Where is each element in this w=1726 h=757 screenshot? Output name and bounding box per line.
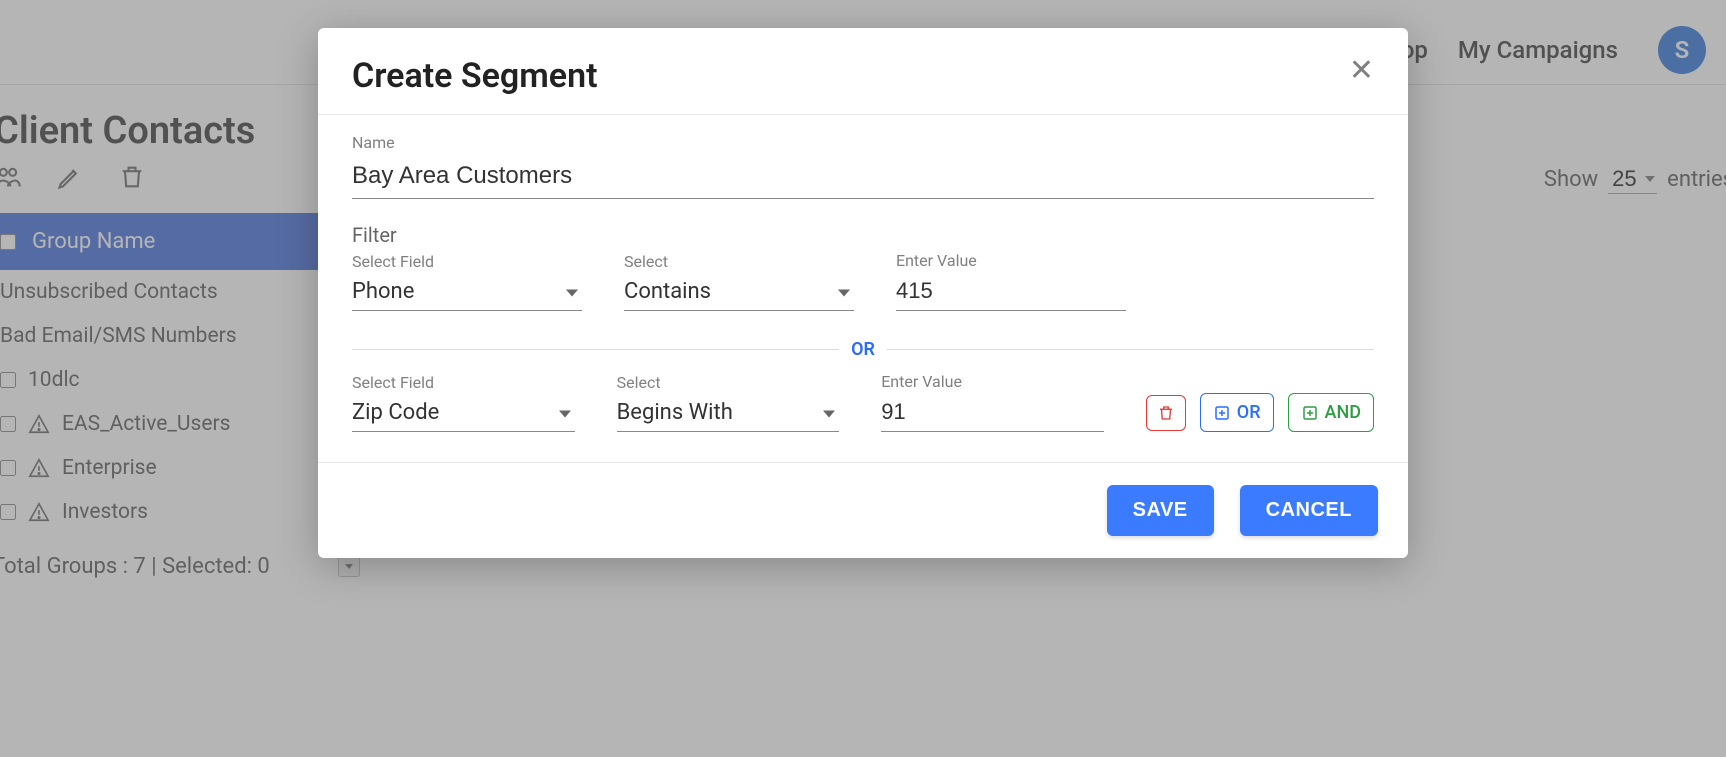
operator-label: Select [624, 252, 854, 271]
field-select[interactable]: Phone [352, 275, 582, 311]
delete-row-button[interactable] [1146, 395, 1186, 431]
cancel-button[interactable]: CANCEL [1240, 485, 1378, 536]
filter-row: Select Field Zip Code Select Begins With… [352, 372, 1374, 432]
name-label: Name [352, 133, 1374, 152]
add-or-button[interactable]: OR [1200, 393, 1274, 432]
select-field-label: Select Field [352, 373, 575, 392]
add-and-button[interactable]: AND [1288, 393, 1374, 432]
close-icon[interactable]: ✕ [1349, 56, 1374, 86]
or-divider-text: OR [851, 339, 875, 360]
value-label: Enter Value [896, 251, 1126, 270]
value-label: Enter Value [881, 372, 1104, 391]
plus-square-icon [1213, 404, 1231, 422]
select-field-label: Select Field [352, 252, 582, 271]
modal-title: Create Segment [352, 56, 598, 96]
filter-heading: Filter [352, 223, 1374, 247]
filter-row: Select Field Phone Select Contains Enter… [352, 251, 1374, 311]
or-button-label: OR [1237, 402, 1261, 423]
segment-name-input[interactable] [352, 158, 1374, 199]
create-segment-modal: Create Segment ✕ Name Filter Select Fiel… [318, 28, 1408, 558]
or-divider: OR [352, 339, 1374, 360]
value-input[interactable] [896, 274, 1126, 311]
trash-icon [1157, 404, 1175, 422]
value-input[interactable] [881, 395, 1104, 432]
operator-select[interactable]: Begins With [617, 396, 840, 432]
operator-label: Select [617, 373, 840, 392]
and-button-label: AND [1325, 402, 1361, 423]
field-select[interactable]: Zip Code [352, 396, 575, 432]
plus-square-icon [1301, 404, 1319, 422]
save-button[interactable]: SAVE [1107, 485, 1214, 536]
operator-select[interactable]: Contains [624, 275, 854, 311]
